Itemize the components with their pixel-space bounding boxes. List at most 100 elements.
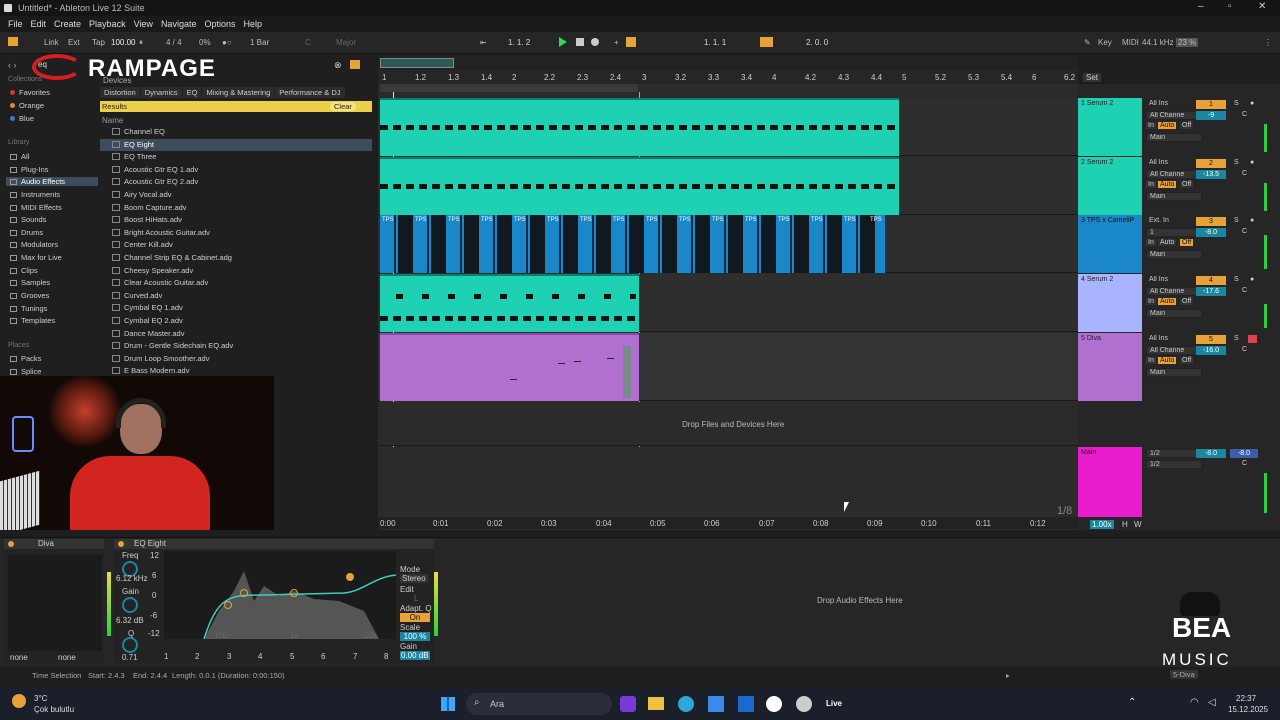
monitor-off[interactable]: Off	[1180, 298, 1194, 305]
mode-select[interactable]: Stereo	[400, 574, 428, 583]
place-splice[interactable]: Splice	[10, 367, 41, 376]
overview-strip[interactable]	[378, 56, 1078, 70]
filter-tag-distortion[interactable]: Distortion	[100, 87, 140, 98]
draw-mode-icon[interactable]: ✎	[1084, 38, 1091, 47]
place-packs[interactable]: Packs	[10, 354, 41, 363]
menu-help[interactable]: Help	[244, 19, 263, 29]
monitor-off[interactable]: Off	[1180, 239, 1194, 246]
track-activator[interactable]: 4	[1196, 276, 1226, 285]
band-number[interactable]: 3	[227, 652, 231, 661]
tap-button[interactable]: Tap	[92, 38, 105, 47]
loop-length[interactable]: 2. 0. 0	[806, 38, 828, 47]
device-power-icon[interactable]	[8, 541, 14, 547]
link-button[interactable]: Link	[44, 38, 59, 47]
live-app-button[interactable]: Live	[826, 699, 842, 708]
band-number[interactable]: 5	[290, 652, 294, 661]
eq-display[interactable]: 12 6 0 -6 -12 100 1k 10k	[148, 551, 396, 640]
input-type-select[interactable]: All Ins	[1146, 100, 1202, 109]
track-header[interactable]: Main	[1078, 447, 1142, 517]
library-templates[interactable]: Templates	[10, 316, 55, 325]
list-item[interactable]: Channel EQ	[100, 126, 372, 139]
arm-button[interactable]	[1248, 335, 1257, 343]
list-item[interactable]: Cymbal EQ 1.adv	[100, 302, 372, 315]
track-activator[interactable]: 3	[1196, 217, 1226, 226]
pan-field[interactable]: C	[1242, 346, 1247, 353]
grid-label[interactable]: 1/8	[1057, 505, 1072, 517]
input-type-select[interactable]: All Ins	[1146, 159, 1202, 168]
menu-file[interactable]: File	[8, 19, 23, 29]
band-number[interactable]: 2	[195, 652, 199, 661]
ext-button[interactable]: Ext	[68, 38, 80, 47]
volume-field[interactable]: -8.0	[1196, 449, 1226, 458]
band-handle[interactable]	[346, 573, 354, 581]
loop-start[interactable]: 1. 1. 1	[704, 38, 726, 47]
solo-button[interactable]: S	[1234, 159, 1239, 166]
clock-time[interactable]: 22:37	[1236, 694, 1256, 703]
list-item[interactable]: Bright Acoustic Guitar.adv	[100, 227, 372, 240]
play-preview-icon[interactable]: ▸	[1006, 671, 1010, 680]
q-value[interactable]: 0.71	[122, 653, 138, 662]
record-button[interactable]	[591, 38, 599, 46]
loop-button[interactable]	[760, 37, 773, 47]
library-sounds[interactable]: Sounds	[10, 215, 46, 224]
output-select[interactable]: Main	[1146, 309, 1202, 318]
q-knob[interactable]	[122, 637, 138, 653]
filter-tag-eq[interactable]: EQ	[182, 87, 202, 98]
list-item[interactable]: EQ Eight	[100, 138, 372, 152]
input-type-select[interactable]: All Ins	[1146, 276, 1202, 285]
library-grooves[interactable]: Grooves	[10, 291, 49, 300]
w-toggle[interactable]: W	[1134, 520, 1142, 529]
output-select[interactable]: Main	[1146, 250, 1202, 259]
browser-nav-icons[interactable]: ‹ ›	[8, 60, 17, 70]
overdub-icon[interactable]: +	[614, 38, 619, 47]
solo-button[interactable]: S	[1234, 217, 1239, 224]
zoom-display[interactable]: 1.00x	[1090, 520, 1114, 529]
monitor-in[interactable]: In	[1146, 239, 1156, 246]
audio-clips-tps[interactable]	[380, 215, 885, 273]
list-item[interactable]: Clear Acoustic Guitar.adv	[100, 277, 372, 290]
tempo-field[interactable]: 100.00	[111, 38, 135, 47]
volume-icon[interactable]: ◁	[1208, 697, 1216, 708]
app-icon-1[interactable]	[620, 696, 636, 712]
edit-select[interactable]: L	[414, 594, 418, 603]
maximize-icon[interactable]: ▫	[1228, 1, 1232, 12]
weather-temp[interactable]: 3°C	[34, 694, 47, 703]
store-icon[interactable]	[708, 696, 724, 712]
arm-icon[interactable]: ●	[1250, 276, 1254, 283]
key-root[interactable]: C	[305, 38, 311, 47]
record-dot-icon[interactable]: ●○	[222, 38, 232, 47]
monitor-auto[interactable]: Auto	[1158, 122, 1177, 129]
search-box[interactable]: ⌕ Ara	[466, 693, 612, 715]
list-item[interactable]: Acoustic Gtr EQ 2.adv	[100, 176, 372, 189]
band-number[interactable]: 6	[321, 652, 325, 661]
filter-tag-mixing[interactable]: Mixing & Mastering	[202, 87, 275, 98]
close-icon[interactable]: ✕	[1258, 1, 1266, 12]
list-item[interactable]: Acoustic Gtr EQ 1.adv	[100, 164, 372, 177]
metronome-icon[interactable]: ⏸	[139, 38, 143, 48]
volume-field[interactable]: -17.6	[1196, 287, 1226, 296]
track-activator[interactable]: 1	[1196, 100, 1226, 109]
pan-field[interactable]: C	[1242, 287, 1247, 294]
monitor-in[interactable]: In	[1146, 122, 1156, 129]
arm-icon[interactable]: ●	[1250, 100, 1254, 107]
volume-field[interactable]: -13.5	[1196, 170, 1226, 179]
input-type-select[interactable]: Ext. In	[1146, 217, 1202, 226]
library-tunings[interactable]: Tunings	[10, 304, 47, 313]
input-channel-select[interactable]: All Channe	[1146, 287, 1202, 296]
status-track[interactable]: 5-Diva	[1170, 670, 1198, 679]
main-out-select-2[interactable]: 1/2	[1146, 460, 1202, 469]
signature-field[interactable]: 4 / 4	[166, 38, 182, 47]
list-item[interactable]: Center Kill.adv	[100, 239, 372, 252]
menu-edit[interactable]: Edit	[31, 19, 47, 29]
input-channel-select[interactable]: All Channe	[1146, 170, 1202, 179]
collection-orange[interactable]: Orange	[10, 101, 44, 110]
pan-field[interactable]: C	[1242, 111, 1247, 118]
list-item[interactable]: Cheesy Speaker.adv	[100, 265, 372, 278]
solo-button[interactable]: S	[1234, 100, 1239, 107]
collection-blue[interactable]: Blue	[10, 114, 34, 123]
track-lane-4[interactable]	[378, 274, 1078, 332]
clear-button[interactable]: Clear	[330, 102, 356, 111]
band-number[interactable]: 8	[384, 652, 388, 661]
gain-knob[interactable]	[122, 597, 138, 613]
library-samples[interactable]: Samples	[10, 278, 50, 287]
